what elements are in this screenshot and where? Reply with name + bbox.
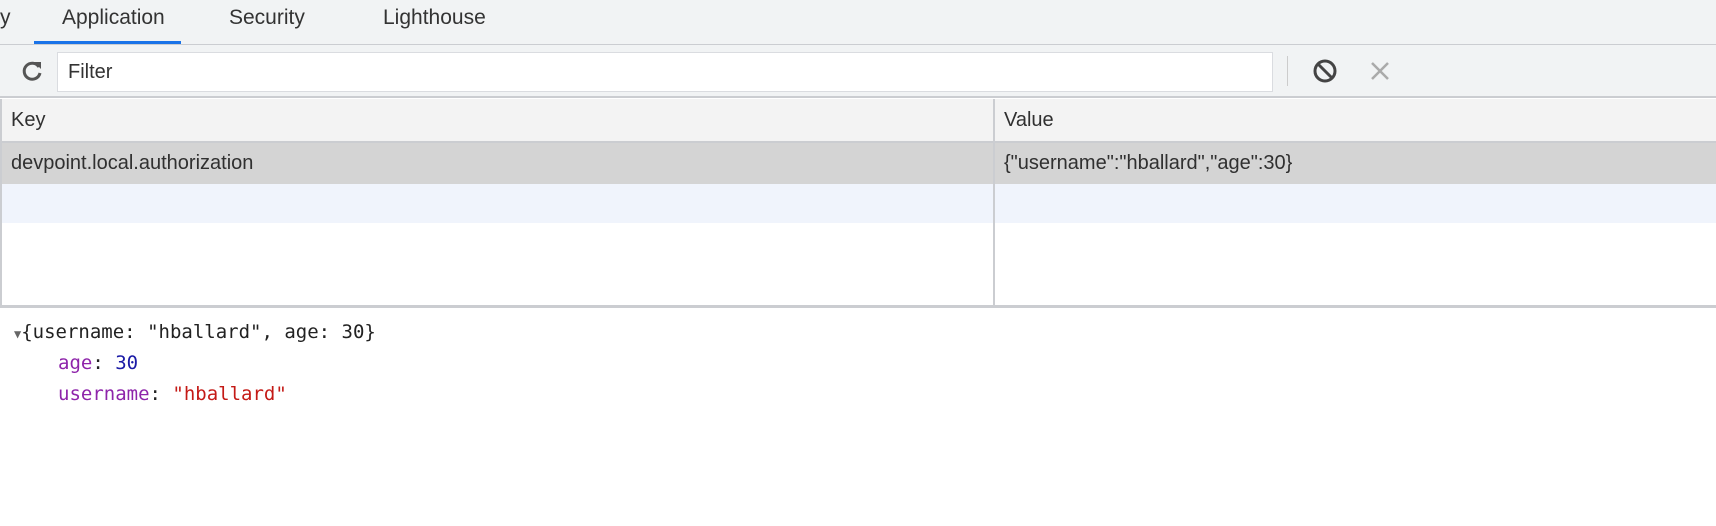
row-key[interactable]: devpoint.local.authorization <box>2 143 253 183</box>
property-value: "hballard" <box>172 383 287 405</box>
empty-table-row[interactable] <box>2 184 1716 223</box>
property-key: username <box>58 383 150 405</box>
tab-application[interactable]: Application <box>34 6 181 44</box>
close-icon[interactable] <box>1366 57 1394 85</box>
table-header: Key Value <box>2 99 1716 143</box>
refresh-icon[interactable] <box>18 57 46 85</box>
table-row[interactable]: devpoint.local.authorization {"username"… <box>2 143 1716 184</box>
property-sep: : <box>149 383 173 405</box>
property-age: age: 30 <box>58 348 138 379</box>
row-value[interactable]: {"username":"hballard","age":30} <box>995 143 1292 183</box>
object-summary[interactable]: ▼{username: "hballard", age: 30} <box>14 317 376 350</box>
property-username: username: "hballard" <box>58 379 287 410</box>
tab-lighthouse[interactable]: Lighthouse <box>383 6 486 44</box>
column-header-key[interactable]: Key <box>2 100 45 140</box>
local-storage-table: Key Value devpoint.local.authorization {… <box>0 99 1716 308</box>
tab-memory[interactable]: y <box>0 6 11 44</box>
filter-input[interactable] <box>57 52 1273 92</box>
block-icon[interactable] <box>1311 57 1339 85</box>
column-divider[interactable] <box>993 99 995 305</box>
devtools-tab-bar: y Application Security Lighthouse <box>0 0 1716 45</box>
property-sep: : <box>92 352 116 374</box>
storage-toolbar <box>0 45 1716 98</box>
property-value: 30 <box>115 352 139 374</box>
column-header-value[interactable]: Value <box>995 100 1054 140</box>
toolbar-separator <box>1287 56 1288 86</box>
summary-text: {username: "hballard", age: 30} <box>21 321 376 343</box>
tab-security[interactable]: Security <box>229 6 305 44</box>
property-key: age <box>58 352 93 374</box>
